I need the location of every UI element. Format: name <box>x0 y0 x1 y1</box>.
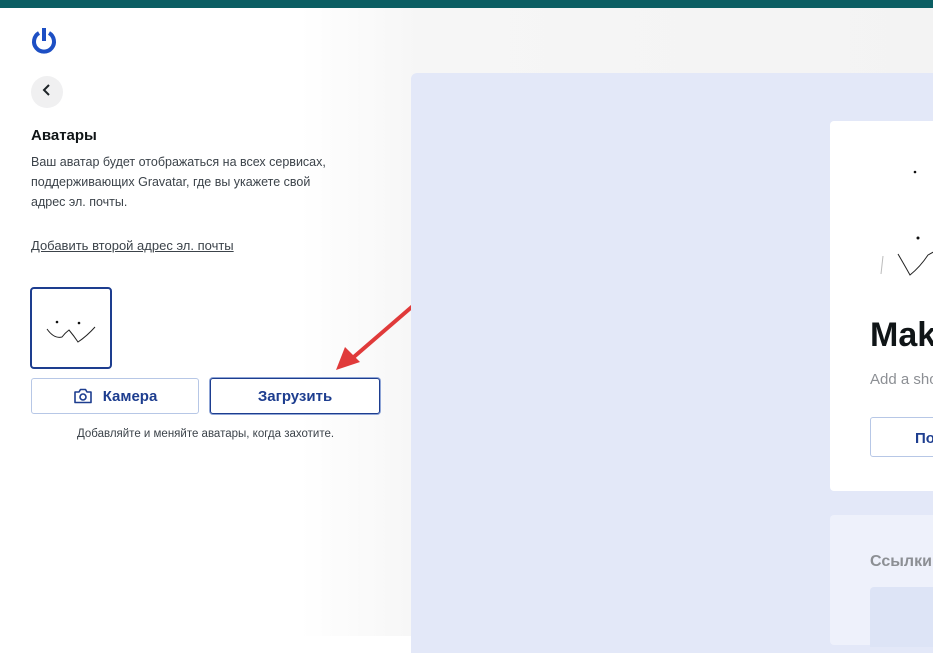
upload-button[interactable]: Загрузить <box>210 378 380 414</box>
camera-icon <box>73 388 93 404</box>
gravatar-logo-icon[interactable] <box>30 27 58 55</box>
top-accent-bar <box>0 0 933 8</box>
camera-button-label: Камера <box>102 387 158 405</box>
avatars-hint: Добавляйте и меняйте аватары, когда захо… <box>76 428 335 440</box>
avatar-thumbnail[interactable] <box>30 287 112 369</box>
avatars-title: Аватары <box>31 127 97 144</box>
preview-links-item <box>870 587 933 647</box>
profile-preview-card: Mak Add a sho По <box>830 121 933 491</box>
preview-links-title: Ссылки <box>870 553 932 570</box>
upload-button-label: Загрузить <box>257 387 333 405</box>
back-button[interactable] <box>31 76 63 108</box>
add-second-email-link[interactable]: Добавить второй адрес эл. почты <box>31 238 234 253</box>
avatars-description: Ваш аватар будет отображаться на всех се… <box>31 155 326 209</box>
preview-display-name: Mak <box>870 316 933 354</box>
chevron-left-icon <box>41 83 53 101</box>
camera-button[interactable]: Камера <box>31 378 199 414</box>
preview-action-button[interactable]: По <box>870 417 933 457</box>
preview-subtitle: Add a sho <box>870 371 933 388</box>
preview-links-card: Ссылки <box>830 515 933 647</box>
preview-avatar <box>850 141 933 281</box>
